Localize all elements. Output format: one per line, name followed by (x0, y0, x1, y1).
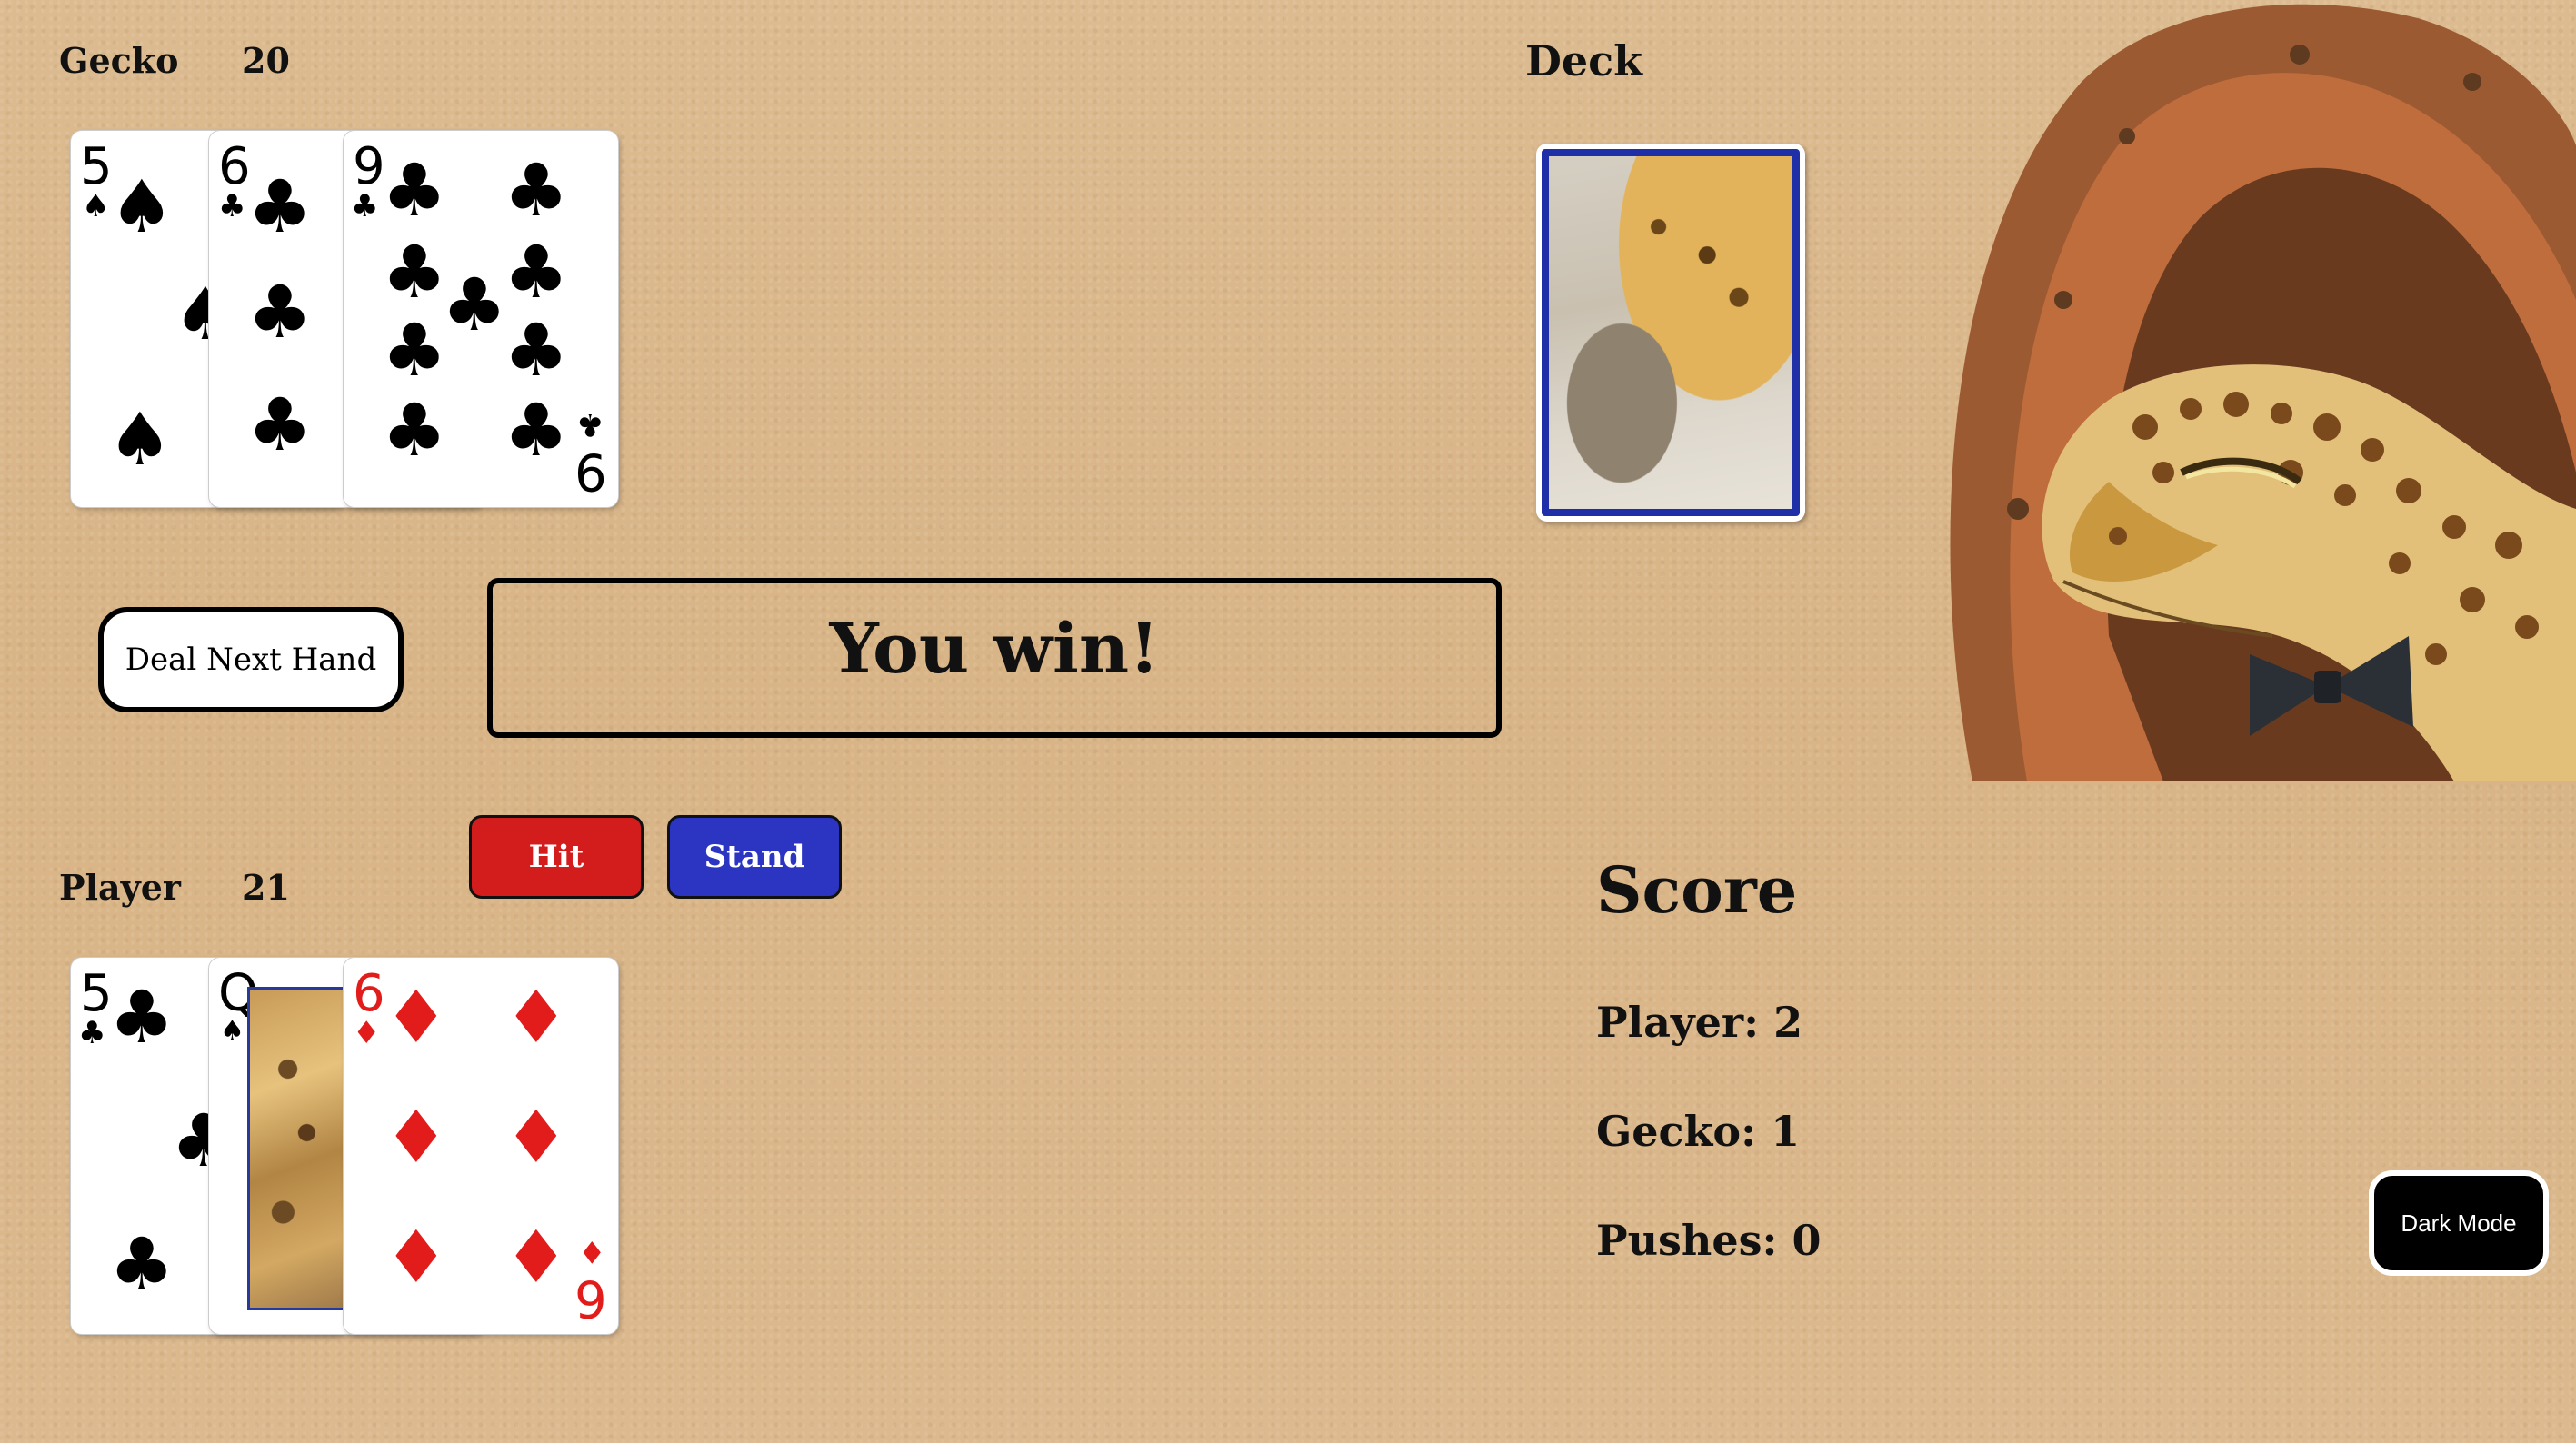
card-suit-small: ♦ (353, 1015, 381, 1051)
card-pip: ♣ (382, 230, 447, 314)
card-pip: ♣ (382, 148, 447, 233)
card-rank-inverted: 9 (574, 442, 607, 501)
card-rank: 5 (80, 964, 113, 1023)
card-rank: 5 (80, 137, 113, 196)
card-back-photo (1542, 149, 1800, 516)
card-pip: ♦ (384, 975, 449, 1060)
card-pip: ♣ (382, 388, 447, 473)
card-pip: ♣ (247, 164, 313, 249)
deck-pile[interactable] (1536, 144, 1805, 522)
dark-mode-button[interactable]: Dark Mode (2369, 1170, 2549, 1276)
dealer-name: Gecko (59, 40, 179, 81)
score-gecko: Gecko: 1 (1596, 1107, 1801, 1156)
card-pip: ♣ (109, 1222, 175, 1307)
deck-label: Deck (1525, 36, 1643, 85)
card-pip: ♦ (504, 1095, 569, 1179)
card-rank: 6 (353, 964, 385, 1023)
face-card-gecko-photo (247, 987, 347, 1310)
card-suit-small: ♣ (351, 188, 379, 224)
card-pip: ♦ (384, 1215, 449, 1299)
card-pip: ♣ (382, 308, 447, 393)
card-pip: ♦ (504, 1215, 569, 1299)
card-rank: 9 (353, 137, 385, 196)
card-pip: ♠ (109, 164, 175, 249)
card-pip: ♦ (504, 975, 569, 1060)
card-pip: ♣ (504, 388, 569, 473)
card-pip: ♣ (504, 230, 569, 314)
card-pip: ♣ (504, 148, 569, 233)
card-suit-small-inverted: ♣ (576, 406, 604, 443)
card-pip: ♣ (504, 308, 569, 393)
card-suit-small: ♣ (218, 188, 246, 224)
score-title: Score (1596, 852, 1798, 928)
card-rank: 6 (218, 137, 251, 196)
card-suit-small: ♣ (78, 1015, 106, 1051)
player-name: Player (59, 867, 181, 908)
dealer-score: 20 (242, 40, 290, 81)
card-pip: ♣ (442, 263, 507, 347)
card-pip: ♣ (247, 383, 313, 467)
card-suit-small: ♠ (82, 188, 110, 224)
player-score: 21 (242, 867, 290, 908)
score-pushes: Pushes: 0 (1596, 1216, 1822, 1265)
deal-next-hand-button[interactable]: Deal Next Hand (98, 607, 404, 712)
card-pip: ♣ (109, 975, 175, 1060)
card-pip: ♦ (384, 1095, 449, 1179)
player-card-3: 6 ♦ ♦ ♦ ♦ ♦ ♦ ♦ ♦ 6 (344, 958, 618, 1334)
dealer-card-3: 9 ♣ ♣ ♣ ♣ ♣ ♣ ♣ ♣ ♣ ♣ ♣ 9 (344, 131, 618, 507)
card-suit-small-inverted: ♦ (578, 1233, 606, 1269)
card-suit-small: ♠ (220, 1015, 245, 1047)
gecko-mascot-image (1950, 4, 2576, 781)
result-message: You win! (487, 578, 1502, 738)
card-rank-inverted: 6 (574, 1269, 607, 1328)
stand-button[interactable]: Stand (667, 815, 842, 899)
card-pip: ♠ (107, 397, 173, 482)
hit-button[interactable]: Hit (469, 815, 644, 899)
card-pip: ♣ (247, 270, 313, 354)
score-player: Player: 2 (1596, 998, 1803, 1047)
